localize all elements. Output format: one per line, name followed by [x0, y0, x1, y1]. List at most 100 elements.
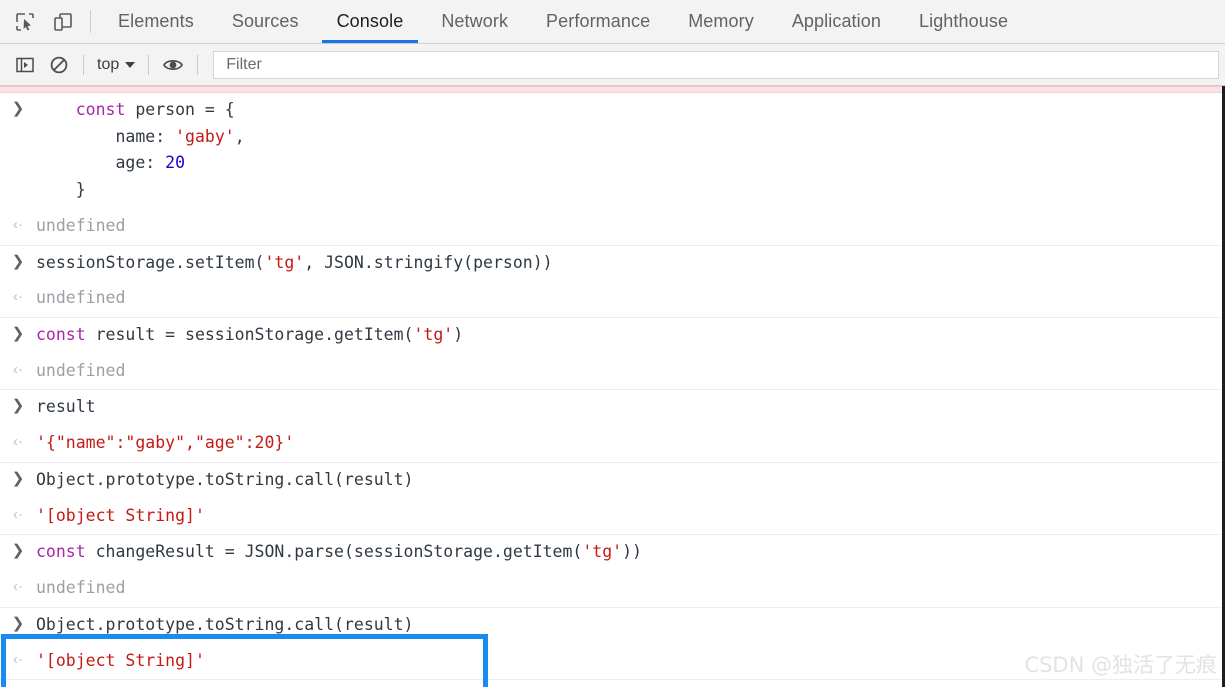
console-sidebar-icon[interactable] [8, 50, 42, 80]
prompt-arrow-icon: ❯ [11, 614, 25, 632]
return-arrow-icon: ‹· [13, 505, 23, 523]
toolbar-divider [83, 54, 84, 75]
execution-context-selector[interactable]: top [91, 52, 141, 78]
prompt-arrow-icon: ❯ [11, 325, 25, 343]
console-entry-text: Object.prototype.toString.call(result) [36, 467, 1222, 494]
code-token: , [234, 126, 245, 146]
prompt-arrow-icon: ❯ [11, 252, 25, 270]
code-token: person = { [125, 100, 235, 119]
return-arrow-icon: ‹· [13, 360, 23, 378]
code-token: sessionStorage.setItem( [36, 252, 265, 272]
console-input-row: ❯ Object.prototype.toString.call(result) [0, 463, 1222, 499]
tab-network[interactable]: Network [422, 0, 527, 43]
devtools-tabbar: Elements Sources Console Network Perform… [0, 0, 1225, 44]
tab-label: Elements [118, 11, 194, 31]
return-arrow-icon: ‹· [13, 650, 23, 668]
tab-sources[interactable]: Sources [213, 0, 318, 43]
console-output-row: ‹· undefined [0, 571, 1222, 608]
toolbar-divider [148, 54, 150, 75]
console-input-row: ❯ const result = sessionStorage.getItem('… [0, 318, 1222, 354]
console-entry-list: ❯ const person = { name: 'gaby', age: 20… [0, 93, 1222, 687]
code-token: 'tg' [413, 325, 454, 345]
console-input-row: ❯ const person = { name: 'gaby', age: 20… [0, 93, 1222, 209]
code-token: '[object String]' [36, 505, 205, 525]
code-token: '[object String]' [36, 650, 205, 670]
tab-label: Sources [231, 11, 299, 31]
code-token: result = sessionStorage.getItem( [85, 325, 414, 345]
tab-label: Performance [546, 11, 651, 31]
live-expression-icon[interactable] [156, 50, 190, 80]
code-token: Object.prototype.toString.call(result) [36, 469, 414, 489]
console-top-band [0, 86, 1222, 93]
tab-elements[interactable]: Elements [99, 0, 213, 43]
console-entry-text: const changeResult = JSON.parse(sessionS… [36, 539, 1222, 566]
console-output-row: ‹· '{"name":"gaby","age":20}' [0, 426, 1222, 463]
code-token: name: [36, 126, 176, 146]
tab-label: Application [791, 11, 881, 31]
code-token: result [36, 397, 96, 417]
panel-tabs: Elements Sources Console Network Perform… [99, 0, 1027, 43]
console-entry-text: undefined [36, 285, 1222, 312]
console-entry-text: '[object String]' [36, 503, 1222, 530]
console-toolbar: top Filter [0, 44, 1225, 86]
chevron-down-icon [125, 61, 136, 68]
tab-lighthouse[interactable]: Lighthouse [900, 0, 1027, 43]
return-arrow-icon: ‹· [13, 578, 23, 596]
tab-performance[interactable]: Performance [527, 0, 669, 43]
clear-console-icon[interactable] [42, 50, 76, 80]
tab-label: Network [441, 11, 509, 31]
filter-placeholder: Filter [226, 55, 262, 73]
code-token: const [36, 542, 86, 562]
console-output-row: ‹· undefined [0, 354, 1222, 391]
code-token: const [36, 325, 86, 345]
code-token: undefined [36, 360, 126, 380]
code-token: 20 [165, 153, 186, 173]
code-token: 'tg' [264, 252, 305, 272]
return-arrow-icon: ‹· [13, 288, 23, 306]
code-token: undefined [36, 288, 126, 308]
console-output-row: ‹· '[object String]' [0, 499, 1222, 536]
code-token: , JSON.stringify(person)) [304, 252, 553, 272]
code-token: ) [453, 325, 464, 345]
prompt-arrow-icon: ❯ [11, 100, 25, 117]
code-token: changeResult = JSON.parse(sessionStorage… [85, 542, 583, 562]
tab-console[interactable]: Console [318, 0, 423, 43]
console-entry-text: sessionStorage.setItem('tg', JSON.string… [36, 250, 1222, 277]
console-input-row: ❯Object.prototype.toString.call(changeRe… [0, 680, 1222, 687]
execution-context-value: top [97, 55, 120, 73]
tab-memory[interactable]: Memory [669, 0, 773, 43]
code-token: '{"name":"gaby","age":20}' [36, 433, 295, 453]
code-token: undefined [36, 578, 126, 598]
code-token: age: [36, 153, 166, 173]
tabbar-divider [90, 10, 91, 33]
code-token: Object.prototype.toString.call(result) [36, 614, 414, 634]
code-token: } [36, 180, 86, 200]
filter-input[interactable]: Filter [213, 50, 1219, 79]
console-entry-text: Object.prototype.toString.call(result) [36, 612, 1222, 639]
console-log-area[interactable]: ❯ const person = { name: 'gaby', age: 20… [0, 86, 1225, 687]
tab-label: Console [336, 11, 404, 31]
return-arrow-icon: ‹· [13, 433, 23, 451]
console-entry-text: '{"name":"gaby","age":20}' [36, 430, 1222, 457]
code-token: 'tg' [582, 542, 623, 562]
console-input-row: ❯ sessionStorage.setItem('tg', JSON.strin… [0, 246, 1222, 282]
device-toolbar-icon[interactable] [44, 0, 82, 43]
console-input-row: ❯ result [0, 390, 1222, 426]
code-token: )) [622, 542, 642, 562]
console-input-row: ❯ Object.prototype.toString.call(result) [0, 608, 1222, 644]
prompt-arrow-icon: ❯ [11, 542, 25, 560]
tab-application[interactable]: Application [773, 0, 900, 43]
inspect-element-icon[interactable] [6, 0, 44, 43]
prompt-arrow-icon: ❯ [11, 469, 25, 487]
console-entry-text: undefined [36, 213, 1222, 240]
tab-label: Memory [688, 11, 754, 31]
toolbar-divider [197, 54, 199, 75]
console-entry-text: undefined [36, 575, 1222, 602]
code-token: undefined [36, 215, 126, 235]
prompt-arrow-icon: ❯ [11, 397, 25, 415]
console-entry-text: const person = { name: 'gaby', age: 20 } [36, 97, 1222, 204]
return-arrow-icon: ‹· [13, 215, 23, 233]
console-entry-text: undefined [36, 358, 1222, 385]
code-token: 'gaby' [175, 126, 235, 146]
